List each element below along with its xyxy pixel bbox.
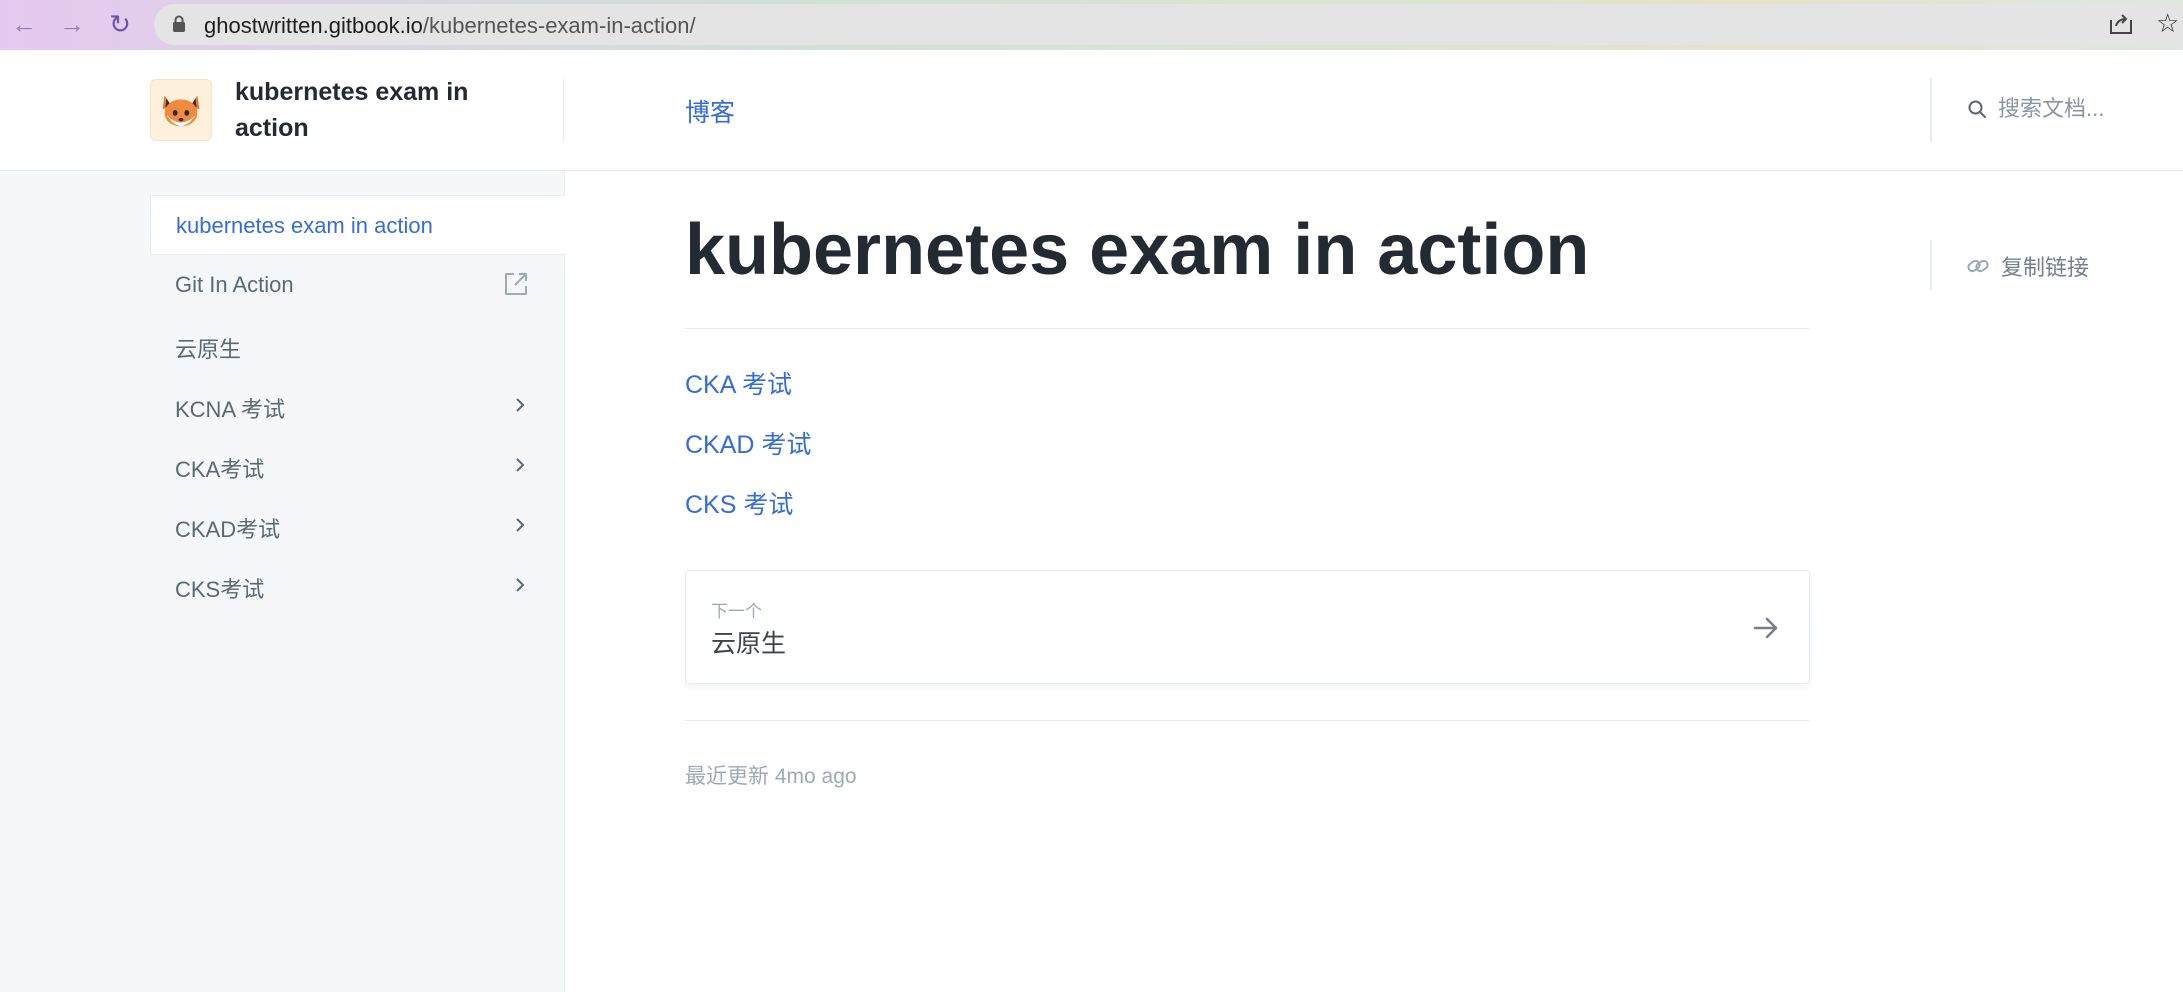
external-link-icon <box>505 273 527 295</box>
lock-icon <box>173 15 185 32</box>
title-divider <box>685 328 1810 329</box>
next-page-caption: 下一个 <box>711 602 762 621</box>
star-icon[interactable]: ☆ <box>2156 10 2179 36</box>
fox-logo-icon[interactable] <box>150 79 212 141</box>
link-cks-exam[interactable]: CKS 考试 <box>685 485 793 521</box>
chevron-right-icon[interactable] <box>512 395 528 415</box>
reload-icon[interactable]: ↻ <box>104 8 136 40</box>
copy-link-button[interactable]: 复制链接 <box>1965 250 2089 282</box>
next-page-title: 云原生 <box>711 630 787 658</box>
url-host: ghostwritten.gitbook.io <box>204 13 423 38</box>
header-divider <box>563 78 564 142</box>
copy-link-label: 复制链接 <box>2001 255 2090 280</box>
page-title: kubernetes exam in action <box>685 210 1590 290</box>
sidebar-item-label: KCNA 考试 <box>175 397 286 422</box>
site-title[interactable]: kubernetes exam in action <box>235 74 535 146</box>
header-divider <box>1930 78 1932 142</box>
chevron-right-icon[interactable] <box>512 455 528 475</box>
blog-link[interactable]: 博客 <box>685 93 735 129</box>
sidebar: kubernetes exam in action Git In Action … <box>0 171 565 992</box>
copy-link-divider <box>1930 240 1932 290</box>
link-cka-exam[interactable]: CKA 考试 <box>685 365 792 401</box>
browser-toolbar: ← → ↻ ghostwritten.gitbook.io/kubernetes… <box>0 0 2183 50</box>
url-path: /kubernetes-exam-in-action/ <box>422 13 696 38</box>
link-ckad-exam[interactable]: CKAD 考试 <box>685 425 811 461</box>
sidebar-item-kubernetes-exam-in-action[interactable]: kubernetes exam in action <box>150 195 565 255</box>
arrow-right-icon <box>1753 617 1778 639</box>
search-input[interactable] <box>1996 92 2146 126</box>
site-header: kubernetes exam in action 博客 <box>0 50 2183 171</box>
search-icon <box>1968 100 1986 118</box>
sidebar-item-cks[interactable]: CKS考试 <box>150 555 565 615</box>
back-arrow-icon[interactable]: ← <box>8 8 40 40</box>
sidebar-item-label: CKS考试 <box>175 577 265 602</box>
sidebar-item-ckad[interactable]: CKAD考试 <box>150 495 565 555</box>
link-icon <box>1967 259 1989 273</box>
sidebar-item-kcna[interactable]: KCNA 考试 <box>150 375 565 435</box>
sidebar-item-label: Git In Action <box>175 272 294 297</box>
footer-divider <box>685 720 1810 721</box>
sidebar-item-label: CKA考试 <box>175 457 265 482</box>
chevron-right-icon[interactable] <box>512 575 528 595</box>
address-bar[interactable]: ghostwritten.gitbook.io/kubernetes-exam-… <box>154 4 2183 45</box>
sidebar-item-cloud-native[interactable]: 云原生 <box>150 315 565 375</box>
share-icon[interactable] <box>2108 12 2134 36</box>
sidebar-item-label: CKAD考试 <box>175 517 281 542</box>
forward-arrow-icon[interactable]: → <box>56 8 88 40</box>
chevron-right-icon[interactable] <box>512 515 528 535</box>
sidebar-item-label: kubernetes exam in action <box>176 213 433 238</box>
sidebar-item-label: 云原生 <box>175 337 242 362</box>
sidebar-item-git-in-action[interactable]: Git In Action <box>150 255 565 315</box>
next-page-card[interactable]: 下一个 云原生 <box>685 570 1810 684</box>
last-updated-text: 最近更新 4mo ago <box>685 765 857 788</box>
sidebar-item-cka[interactable]: CKA考试 <box>150 435 565 495</box>
url-text: ghostwritten.gitbook.io/kubernetes-exam-… <box>204 13 696 39</box>
